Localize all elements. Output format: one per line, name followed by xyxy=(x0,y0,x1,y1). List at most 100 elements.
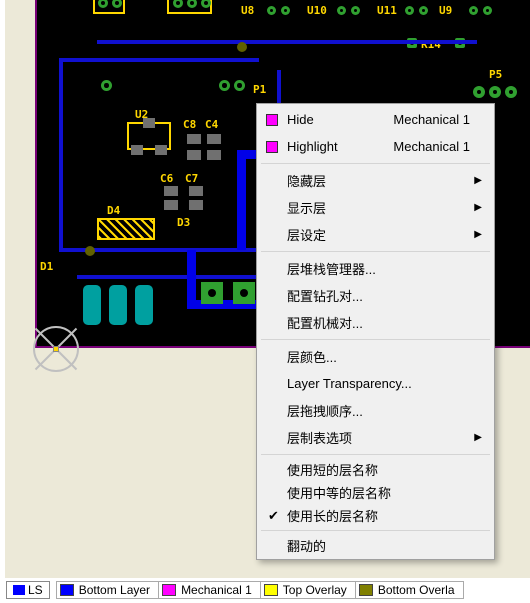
submenu-arrow-icon: ▶ xyxy=(474,175,482,186)
smd-pad xyxy=(207,134,221,144)
smd-pad xyxy=(131,145,143,155)
menu-layer-drag-order[interactable]: 层拖拽顺序... xyxy=(259,397,492,424)
submenu-arrow-icon: ▶ xyxy=(474,229,482,240)
smd-pad xyxy=(189,186,203,196)
layer-color-swatch xyxy=(162,584,176,596)
menu-show-layers[interactable]: 显示层 ▶ xyxy=(259,194,492,221)
swatch-icon xyxy=(13,585,25,595)
smd-pad xyxy=(164,186,178,196)
menu-use-long-names[interactable]: ✔ 使用长的层名称 xyxy=(259,504,492,527)
trace-bold xyxy=(237,150,246,250)
layer-set-button[interactable]: LS xyxy=(6,581,50,599)
pad xyxy=(101,80,112,91)
menu-configure-mech-pairs[interactable]: 配置机械对... xyxy=(259,309,492,336)
menu-label: 显示层 xyxy=(287,198,326,217)
pad xyxy=(219,80,230,91)
designator-c6: C6 xyxy=(160,172,173,185)
menu-label: 层拖拽顺序... xyxy=(287,401,363,420)
menu-label: 使用中等的层名称 xyxy=(287,483,391,502)
menu-label: 隐藏层 xyxy=(287,171,326,190)
tab-label: Top Overlay xyxy=(283,583,347,597)
menu-layer-stack-manager[interactable]: 层堆栈管理器... xyxy=(259,255,492,282)
trace xyxy=(59,58,259,62)
menu-label: 层堆栈管理器... xyxy=(287,259,376,278)
menu-layer-settings[interactable]: 层设定 ▶ xyxy=(259,221,492,248)
pad xyxy=(234,80,245,91)
hatch-body xyxy=(99,220,153,238)
pad xyxy=(489,86,501,98)
pad xyxy=(267,6,276,15)
via xyxy=(85,246,95,256)
smd-pad xyxy=(187,134,201,144)
tab-label: Mechanical 1 xyxy=(181,583,252,597)
tab-top-overlay[interactable]: Top Overlay xyxy=(261,581,356,599)
menu-label: 使用短的层名称 xyxy=(287,460,378,479)
menu-layer-tab-options[interactable]: 层制表选项 ▶ xyxy=(259,424,492,451)
menu-label: 层制表选项 xyxy=(287,428,352,447)
smd-pad xyxy=(189,200,203,210)
layer-tabs-bar: LS Bottom Layer Mechanical 1 Top Overlay… xyxy=(6,580,464,600)
layer-color-swatch xyxy=(264,584,278,596)
submenu-arrow-icon: ▶ xyxy=(474,202,482,213)
pad xyxy=(473,86,485,98)
menu-label: 翻动的 xyxy=(287,536,326,555)
menu-label: 使用长的层名称 xyxy=(287,506,378,525)
menu-hide-layer[interactable]: Hide Mechanical 1 xyxy=(259,106,492,133)
designator-d3: D3 xyxy=(177,216,190,229)
menu-use-short-names[interactable]: 使用短的层名称 xyxy=(259,458,492,481)
trace-bold xyxy=(187,300,267,309)
pad xyxy=(233,282,255,304)
tab-label: Bottom Layer xyxy=(79,583,150,597)
menu-separator xyxy=(261,339,490,340)
menu-label: Highlight xyxy=(287,139,338,154)
designator-u10: U10 xyxy=(307,4,327,17)
pad xyxy=(351,6,360,15)
menu-target: Mechanical 1 xyxy=(373,112,470,127)
pad xyxy=(419,6,428,15)
checkmark-icon: ✔ xyxy=(268,508,279,524)
tab-bottom-overlay[interactable]: Bottom Overla xyxy=(356,581,464,599)
tab-mechanical-1[interactable]: Mechanical 1 xyxy=(159,581,261,599)
smd-pad xyxy=(143,118,155,128)
pad xyxy=(405,6,414,15)
menu-label: Hide xyxy=(287,112,314,127)
color-swatch xyxy=(266,114,278,126)
trace xyxy=(97,40,477,44)
trace xyxy=(59,58,63,248)
menu-highlight-layer[interactable]: Highlight Mechanical 1 xyxy=(259,133,492,160)
slot-pad xyxy=(109,285,127,325)
menu-use-med-names[interactable]: 使用中等的层名称 xyxy=(259,481,492,504)
menu-configure-drill-pairs[interactable]: 配置钻孔对... xyxy=(259,282,492,309)
slot-pad xyxy=(135,285,153,325)
designator-c8: C8 xyxy=(183,118,196,131)
layer-color-swatch xyxy=(60,584,74,596)
layer-context-menu: Hide Mechanical 1 Highlight Mechanical 1… xyxy=(256,103,495,560)
designator-c4: C4 xyxy=(205,118,218,131)
menu-separator xyxy=(261,530,490,531)
tab-bottom-layer[interactable]: Bottom Layer xyxy=(56,581,159,599)
designator-p1: P1 xyxy=(253,83,266,96)
menu-label: 层颜色... xyxy=(287,347,337,366)
menu-separator xyxy=(261,251,490,252)
slot-pad xyxy=(83,285,101,325)
smd-pad xyxy=(164,200,178,210)
menu-layer-colors[interactable]: 层颜色... xyxy=(259,343,492,370)
layer-color-swatch xyxy=(359,584,373,596)
designator-p5: P5 xyxy=(489,68,502,81)
menu-layer-transparency[interactable]: Layer Transparency... xyxy=(259,370,492,397)
menu-label: 配置机械对... xyxy=(287,313,363,332)
smd-pad xyxy=(187,150,201,160)
menu-flipping[interactable]: 翻动的 xyxy=(259,534,492,557)
ls-label: LS xyxy=(28,583,43,597)
menu-label: 配置钻孔对... xyxy=(287,286,363,305)
designator-d1b: D1 xyxy=(40,260,53,273)
menu-hide-layers[interactable]: 隐藏层 ▶ xyxy=(259,167,492,194)
designator-c7: C7 xyxy=(185,172,198,185)
pad xyxy=(201,282,223,304)
trace-bold xyxy=(187,250,196,306)
pad xyxy=(469,6,478,15)
menu-target: Mechanical 1 xyxy=(373,139,470,154)
menu-label: Layer Transparency... xyxy=(287,376,412,391)
designator-u8: U8 xyxy=(241,4,254,17)
origin-marker xyxy=(27,320,85,378)
